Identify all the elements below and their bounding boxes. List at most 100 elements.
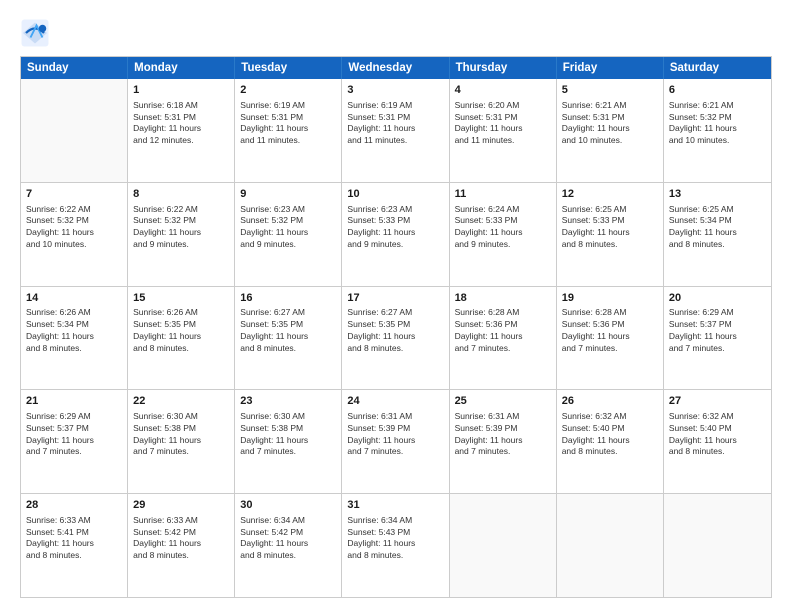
weekday-header-thursday: Thursday <box>450 57 557 79</box>
calendar-cell: 24 Sunrise: 6:31 AM Sunset: 5:39 PM Dayli… <box>342 390 449 493</box>
day-info: Sunrise: 6:22 AM Sunset: 5:32 PM Dayligh… <box>133 204 229 251</box>
day-number: 4 <box>455 83 551 98</box>
day-info: Sunrise: 6:34 AM Sunset: 5:43 PM Dayligh… <box>347 515 443 562</box>
calendar-cell: 6 Sunrise: 6:21 AM Sunset: 5:32 PM Daylig… <box>664 79 771 182</box>
weekday-header-tuesday: Tuesday <box>235 57 342 79</box>
calendar-cell: 11 Sunrise: 6:24 AM Sunset: 5:33 PM Dayli… <box>450 183 557 286</box>
day-info: Sunrise: 6:19 AM Sunset: 5:31 PM Dayligh… <box>347 100 443 147</box>
day-info: Sunrise: 6:31 AM Sunset: 5:39 PM Dayligh… <box>347 411 443 458</box>
day-info: Sunrise: 6:31 AM Sunset: 5:39 PM Dayligh… <box>455 411 551 458</box>
day-number: 29 <box>133 498 229 513</box>
calendar-cell: 10 Sunrise: 6:23 AM Sunset: 5:33 PM Dayli… <box>342 183 449 286</box>
calendar-cell: 8Sunrise: 6:22 AM Sunset: 5:32 PM Daylig… <box>128 183 235 286</box>
day-info: Sunrise: 6:22 AM Sunset: 5:32 PM Dayligh… <box>26 204 122 251</box>
calendar-cell: 16Sunrise: 6:27 AM Sunset: 5:35 PM Dayli… <box>235 287 342 390</box>
calendar-row-4: 21Sunrise: 6:29 AM Sunset: 5:37 PM Dayli… <box>21 390 771 494</box>
day-info: Sunrise: 6:27 AM Sunset: 5:35 PM Dayligh… <box>347 307 443 354</box>
day-info: Sunrise: 6:33 AM Sunset: 5:42 PM Dayligh… <box>133 515 229 562</box>
calendar-cell <box>557 494 664 597</box>
calendar-cell: 29 Sunrise: 6:33 AM Sunset: 5:42 PM Dayli… <box>128 494 235 597</box>
calendar-cell: 1 Sunrise: 6:18 AM Sunset: 5:31 PM Daylig… <box>128 79 235 182</box>
day-number: 5 <box>562 83 658 98</box>
day-info: Sunrise: 6:34 AM Sunset: 5:42 PM Dayligh… <box>240 515 336 562</box>
calendar-cell: 2 Sunrise: 6:19 AM Sunset: 5:31 PM Daylig… <box>235 79 342 182</box>
calendar-cell: 25 Sunrise: 6:31 AM Sunset: 5:39 PM Dayli… <box>450 390 557 493</box>
calendar-cell: 21Sunrise: 6:29 AM Sunset: 5:37 PM Dayli… <box>21 390 128 493</box>
day-number: 30 <box>240 498 336 513</box>
calendar-cell: 28Sunrise: 6:33 AM Sunset: 5:41 PM Dayli… <box>21 494 128 597</box>
weekday-header-friday: Friday <box>557 57 664 79</box>
day-number: 10 <box>347 187 443 202</box>
calendar-body: 1 Sunrise: 6:18 AM Sunset: 5:31 PM Daylig… <box>21 79 771 597</box>
calendar-cell: 31 Sunrise: 6:34 AM Sunset: 5:43 PM Dayli… <box>342 494 449 597</box>
day-number: 9 <box>240 187 336 202</box>
calendar-cell: 4Sunrise: 6:20 AM Sunset: 5:31 PM Daylig… <box>450 79 557 182</box>
logo-area <box>20 18 54 48</box>
calendar-cell: 27Sunrise: 6:32 AM Sunset: 5:40 PM Dayli… <box>664 390 771 493</box>
calendar-cell: 13 Sunrise: 6:25 AM Sunset: 5:34 PM Dayli… <box>664 183 771 286</box>
day-number: 31 <box>347 498 443 513</box>
calendar-cell: 15Sunrise: 6:26 AM Sunset: 5:35 PM Dayli… <box>128 287 235 390</box>
calendar-row-2: 7 Sunrise: 6:22 AM Sunset: 5:32 PM Daylig… <box>21 183 771 287</box>
day-number: 7 <box>26 187 122 202</box>
day-number: 28 <box>26 498 122 513</box>
weekday-header-saturday: Saturday <box>664 57 771 79</box>
day-info: Sunrise: 6:25 AM Sunset: 5:33 PM Dayligh… <box>562 204 658 251</box>
weekday-header-monday: Monday <box>128 57 235 79</box>
calendar-cell: 12 Sunrise: 6:25 AM Sunset: 5:33 PM Dayli… <box>557 183 664 286</box>
calendar-cell <box>450 494 557 597</box>
day-number: 1 <box>133 83 229 98</box>
day-info: Sunrise: 6:30 AM Sunset: 5:38 PM Dayligh… <box>133 411 229 458</box>
day-number: 12 <box>562 187 658 202</box>
day-info: Sunrise: 6:21 AM Sunset: 5:32 PM Dayligh… <box>669 100 766 147</box>
day-info: Sunrise: 6:19 AM Sunset: 5:31 PM Dayligh… <box>240 100 336 147</box>
calendar-cell: 30 Sunrise: 6:34 AM Sunset: 5:42 PM Dayli… <box>235 494 342 597</box>
day-number: 22 <box>133 394 229 409</box>
day-info: Sunrise: 6:24 AM Sunset: 5:33 PM Dayligh… <box>455 204 551 251</box>
day-number: 15 <box>133 291 229 306</box>
day-number: 17 <box>347 291 443 306</box>
day-number: 25 <box>455 394 551 409</box>
calendar-cell: 14Sunrise: 6:26 AM Sunset: 5:34 PM Dayli… <box>21 287 128 390</box>
calendar-cell <box>21 79 128 182</box>
day-info: Sunrise: 6:30 AM Sunset: 5:38 PM Dayligh… <box>240 411 336 458</box>
calendar-header: SundayMondayTuesdayWednesdayThursdayFrid… <box>21 57 771 79</box>
calendar-cell: 19Sunrise: 6:28 AM Sunset: 5:36 PM Dayli… <box>557 287 664 390</box>
calendar-row-5: 28Sunrise: 6:33 AM Sunset: 5:41 PM Dayli… <box>21 494 771 597</box>
day-number: 2 <box>240 83 336 98</box>
calendar-cell: 26 Sunrise: 6:32 AM Sunset: 5:40 PM Dayli… <box>557 390 664 493</box>
day-info: Sunrise: 6:28 AM Sunset: 5:36 PM Dayligh… <box>562 307 658 354</box>
day-info: Sunrise: 6:25 AM Sunset: 5:34 PM Dayligh… <box>669 204 766 251</box>
day-info: Sunrise: 6:28 AM Sunset: 5:36 PM Dayligh… <box>455 307 551 354</box>
day-number: 20 <box>669 291 766 306</box>
calendar-cell: 17Sunrise: 6:27 AM Sunset: 5:35 PM Dayli… <box>342 287 449 390</box>
day-number: 19 <box>562 291 658 306</box>
day-info: Sunrise: 6:21 AM Sunset: 5:31 PM Dayligh… <box>562 100 658 147</box>
day-number: 26 <box>562 394 658 409</box>
calendar-cell: 18Sunrise: 6:28 AM Sunset: 5:36 PM Dayli… <box>450 287 557 390</box>
calendar-cell: 22 Sunrise: 6:30 AM Sunset: 5:38 PM Dayli… <box>128 390 235 493</box>
day-number: 6 <box>669 83 766 98</box>
calendar-cell: 23 Sunrise: 6:30 AM Sunset: 5:38 PM Dayli… <box>235 390 342 493</box>
day-number: 24 <box>347 394 443 409</box>
day-number: 18 <box>455 291 551 306</box>
day-number: 23 <box>240 394 336 409</box>
weekday-header-sunday: Sunday <box>21 57 128 79</box>
calendar-row-1: 1 Sunrise: 6:18 AM Sunset: 5:31 PM Daylig… <box>21 79 771 183</box>
calendar-cell: 20Sunrise: 6:29 AM Sunset: 5:37 PM Dayli… <box>664 287 771 390</box>
weekday-header-wednesday: Wednesday <box>342 57 449 79</box>
day-number: 16 <box>240 291 336 306</box>
day-info: Sunrise: 6:32 AM Sunset: 5:40 PM Dayligh… <box>669 411 766 458</box>
calendar-cell: 9Sunrise: 6:23 AM Sunset: 5:32 PM Daylig… <box>235 183 342 286</box>
day-info: Sunrise: 6:32 AM Sunset: 5:40 PM Dayligh… <box>562 411 658 458</box>
day-number: 3 <box>347 83 443 98</box>
calendar-cell <box>664 494 771 597</box>
calendar-row-3: 14Sunrise: 6:26 AM Sunset: 5:34 PM Dayli… <box>21 287 771 391</box>
day-info: Sunrise: 6:23 AM Sunset: 5:33 PM Dayligh… <box>347 204 443 251</box>
calendar-cell: 5 Sunrise: 6:21 AM Sunset: 5:31 PM Daylig… <box>557 79 664 182</box>
day-number: 13 <box>669 187 766 202</box>
day-info: Sunrise: 6:29 AM Sunset: 5:37 PM Dayligh… <box>669 307 766 354</box>
day-number: 11 <box>455 187 551 202</box>
day-info: Sunrise: 6:18 AM Sunset: 5:31 PM Dayligh… <box>133 100 229 147</box>
day-info: Sunrise: 6:27 AM Sunset: 5:35 PM Dayligh… <box>240 307 336 354</box>
